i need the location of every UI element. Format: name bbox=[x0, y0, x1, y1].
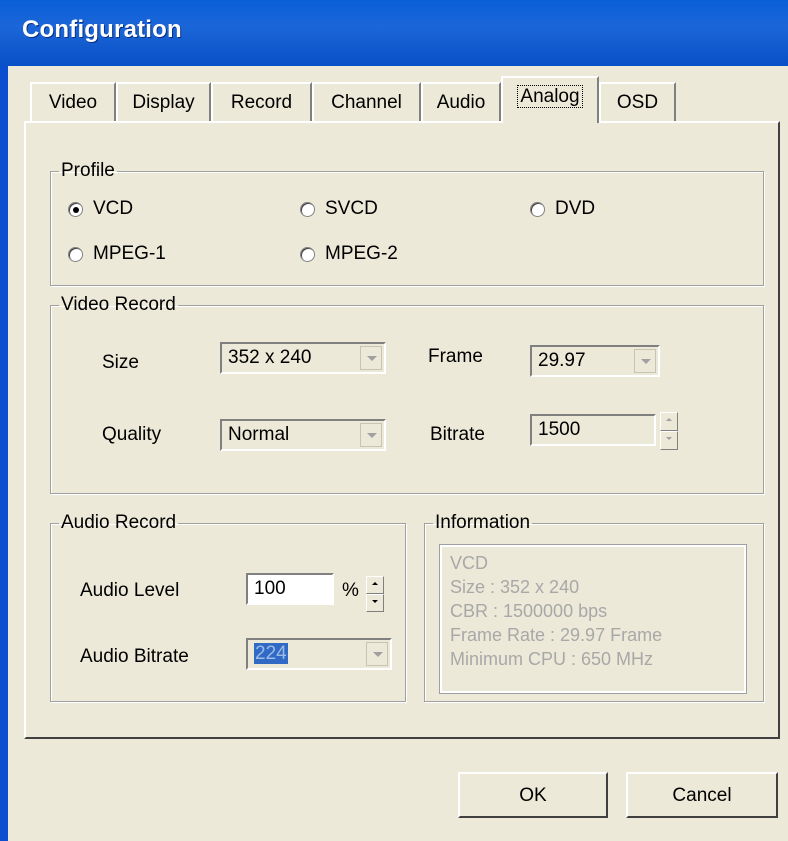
radio-label: VCD bbox=[93, 198, 134, 219]
tab-audio[interactable]: Audio bbox=[421, 82, 501, 122]
information-text: VCD Size : 352 x 240 CBR : 1500000 bps F… bbox=[439, 544, 747, 694]
title-bar[interactable]: Configuration bbox=[0, 0, 788, 66]
spin-down-icon[interactable] bbox=[366, 594, 384, 612]
ok-button[interactable]: OK bbox=[458, 772, 608, 818]
frame-value: 29.97 bbox=[538, 350, 586, 371]
bitrate-field[interactable]: 1500 bbox=[530, 414, 656, 446]
tab-label: Channel bbox=[331, 92, 402, 113]
tab-label: Video bbox=[48, 92, 98, 113]
percent-label: % bbox=[342, 580, 359, 601]
bitrate-label: Bitrate bbox=[430, 424, 485, 445]
tab-video[interactable]: Video bbox=[30, 82, 116, 122]
chevron-down-icon[interactable] bbox=[366, 642, 388, 666]
audio-level-label: Audio Level bbox=[80, 580, 180, 601]
window-title: Configuration bbox=[22, 16, 182, 43]
radio-icon bbox=[68, 246, 83, 262]
quality-label: Quality bbox=[102, 424, 162, 445]
chevron-down-icon[interactable] bbox=[634, 349, 656, 373]
info-line: Frame Rate : 29.97 Frame bbox=[450, 625, 663, 645]
radio-icon bbox=[530, 201, 545, 217]
info-line: Size : 352 x 240 bbox=[450, 577, 580, 597]
video-record-legend: Video Record bbox=[61, 294, 176, 315]
radio-label: MPEG-2 bbox=[325, 243, 398, 264]
audio-level-spinner[interactable] bbox=[366, 576, 384, 612]
spin-up-icon[interactable] bbox=[366, 576, 384, 594]
radio-mpeg2[interactable]: MPEG-2 bbox=[300, 243, 398, 265]
spin-down-icon[interactable] bbox=[660, 431, 678, 450]
tab-label: Display bbox=[132, 92, 195, 113]
chevron-down-icon[interactable] bbox=[360, 346, 382, 370]
bitrate-spinner[interactable] bbox=[660, 412, 678, 450]
tab-osd[interactable]: OSD bbox=[599, 82, 676, 122]
audio-record-legend: Audio Record bbox=[61, 512, 177, 533]
tab-display[interactable]: Display bbox=[116, 82, 211, 122]
radio-svcd[interactable]: SVCD bbox=[300, 198, 378, 220]
radio-dvd[interactable]: DVD bbox=[530, 198, 595, 220]
video-record-group: Video Record bbox=[50, 294, 764, 494]
size-select[interactable]: 352 x 240 bbox=[220, 342, 386, 374]
cancel-button[interactable]: Cancel bbox=[626, 772, 778, 818]
audio-bitrate-label: Audio Bitrate bbox=[80, 646, 189, 667]
audio-bitrate-value: 224 bbox=[254, 643, 288, 664]
size-label: Size bbox=[102, 352, 139, 373]
profile-legend: Profile bbox=[61, 160, 115, 181]
tab-label: Audio bbox=[436, 92, 486, 113]
audio-level-field[interactable]: 100 bbox=[246, 573, 334, 605]
tab-label: OSD bbox=[616, 92, 659, 113]
radio-label: MPEG-1 bbox=[93, 243, 166, 264]
radio-vcd[interactable]: VCD bbox=[68, 198, 133, 220]
info-line: VCD bbox=[450, 553, 489, 573]
window-border bbox=[0, 66, 8, 841]
quality-value: Normal bbox=[228, 424, 290, 445]
radio-icon bbox=[300, 201, 315, 217]
bitrate-value: 1500 bbox=[538, 419, 581, 440]
radio-mpeg1[interactable]: MPEG-1 bbox=[68, 243, 166, 265]
audio-record-group: Audio Record bbox=[50, 512, 406, 702]
audio-bitrate-select[interactable]: 224 bbox=[246, 638, 392, 670]
size-value: 352 x 240 bbox=[228, 347, 312, 368]
spin-up-icon[interactable] bbox=[660, 412, 678, 431]
tab-record[interactable]: Record bbox=[211, 82, 312, 122]
info-line: Minimum CPU : 650 MHz bbox=[450, 649, 654, 669]
radio-label: SVCD bbox=[325, 198, 378, 219]
radio-selected-icon bbox=[68, 201, 83, 217]
quality-select[interactable]: Normal bbox=[220, 419, 386, 451]
profile-group: Profile bbox=[50, 160, 764, 286]
frame-label: Frame bbox=[428, 346, 483, 367]
tab-label: Record bbox=[230, 92, 293, 113]
chevron-down-icon[interactable] bbox=[360, 423, 382, 447]
radio-icon bbox=[300, 246, 315, 262]
frame-select[interactable]: 29.97 bbox=[530, 345, 660, 377]
information-legend: Information bbox=[435, 512, 531, 533]
info-line: CBR : 1500000 bps bbox=[450, 601, 608, 621]
tab-channel[interactable]: Channel bbox=[312, 82, 421, 122]
audio-level-value: 100 bbox=[254, 578, 286, 599]
radio-label: DVD bbox=[555, 198, 596, 219]
tab-label: Analog bbox=[517, 85, 583, 108]
tab-analog[interactable]: Analog bbox=[501, 76, 599, 123]
